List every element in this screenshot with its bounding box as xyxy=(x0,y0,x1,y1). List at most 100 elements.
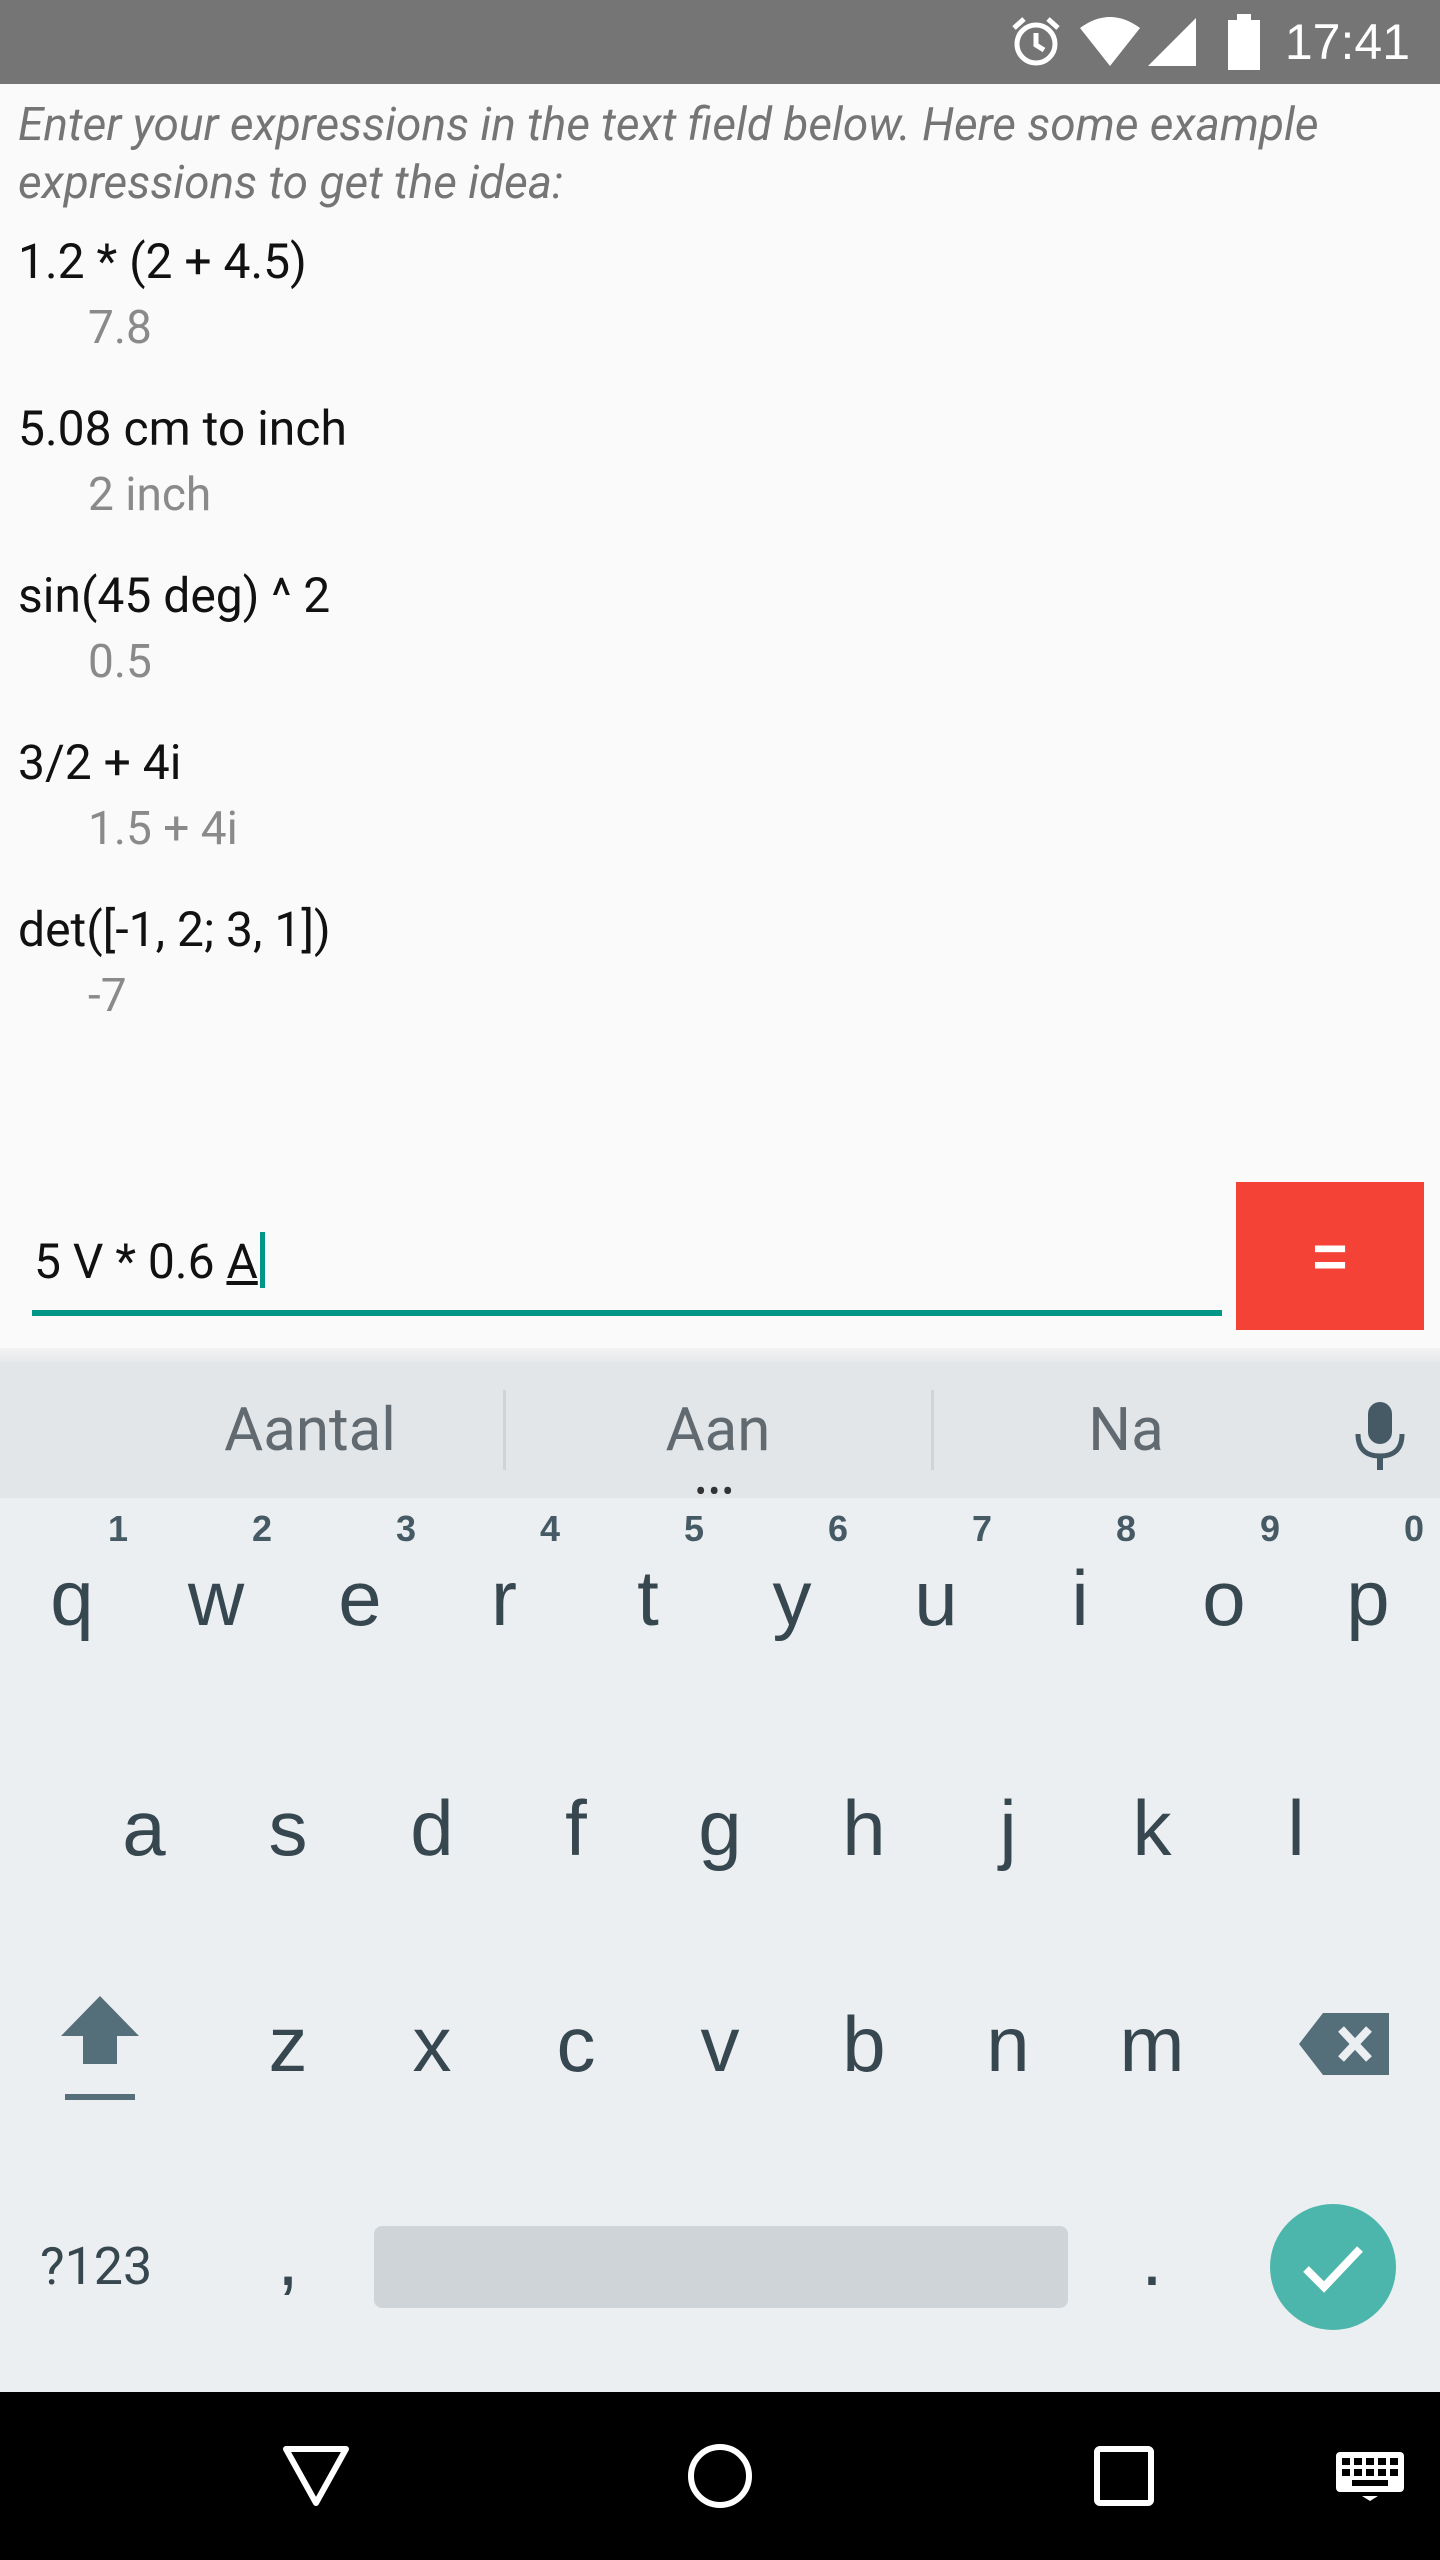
key-a[interactable]: a xyxy=(72,1728,216,1928)
key-label: r xyxy=(491,1553,517,1642)
key-v[interactable]: v xyxy=(648,1944,792,2144)
navigation-bar xyxy=(0,2392,1440,2560)
status-bar: 17:41 xyxy=(0,0,1440,84)
key-hint: 3 xyxy=(395,1508,416,1549)
example-expression: 5.08 cm to inch xyxy=(18,400,347,457)
example-result: 1.5 + 4i xyxy=(88,802,238,856)
key-hint: 7 xyxy=(971,1508,992,1549)
key-label: o xyxy=(1202,1553,1246,1642)
keyboard-top-shadow xyxy=(0,1348,1440,1362)
backspace-icon xyxy=(1299,2013,1389,2075)
key-label: u xyxy=(914,1553,958,1642)
key-b[interactable]: b xyxy=(792,1944,936,2144)
text-cursor xyxy=(259,1232,265,1288)
keyboard-switch-button[interactable] xyxy=(1300,2392,1440,2560)
recents-square-icon xyxy=(1094,2446,1154,2506)
key-label: e xyxy=(338,1553,382,1642)
key-label: q xyxy=(50,1553,94,1642)
key-hint: 9 xyxy=(1259,1508,1280,1549)
suggestion-divider xyxy=(503,1390,506,1470)
signal-icon xyxy=(1146,0,1198,84)
example-item[interactable]: 5.08 cm to inch 2 inch xyxy=(18,399,347,525)
example-expression: sin(45 deg) ^ 2 xyxy=(18,567,331,624)
shift-key[interactable] xyxy=(30,1944,170,2144)
example-result: 0.5 xyxy=(88,635,152,689)
key-hint: 0 xyxy=(1403,1508,1424,1549)
key-hint: 5 xyxy=(683,1508,704,1549)
symbols-key[interactable]: ?123 xyxy=(40,2192,152,2342)
example-item[interactable]: 1.2 * (2 + 4.5) 7.8 xyxy=(18,232,307,358)
key-g[interactable]: g xyxy=(648,1728,792,1928)
key-q[interactable]: q1 xyxy=(0,1498,144,1698)
spacebar[interactable] xyxy=(374,2226,1068,2308)
suggestion-3[interactable]: Na xyxy=(926,1362,1326,1498)
key-w[interactable]: w2 xyxy=(144,1498,288,1698)
microphone-icon[interactable] xyxy=(1340,1396,1420,1476)
suggestion-1[interactable]: Aantal xyxy=(110,1362,510,1498)
input-composing-text: A xyxy=(226,1233,258,1290)
input-row: 5 V * 0.6 A = xyxy=(0,1176,1440,1346)
key-e[interactable]: e3 xyxy=(288,1498,432,1698)
key-s[interactable]: s xyxy=(216,1728,360,1928)
home-button[interactable] xyxy=(650,2392,790,2560)
key-h[interactable]: h xyxy=(792,1728,936,1928)
example-result: -7 xyxy=(88,969,127,1023)
status-time: 17:41 xyxy=(1284,14,1410,70)
key-z[interactable]: z xyxy=(216,1944,360,2144)
soft-keyboard: Aantal Aan ••• Na q1 w2 e3 r4 t5 y6 u7 i… xyxy=(0,1362,1440,2392)
shift-icon xyxy=(61,1996,139,2100)
key-p[interactable]: p0 xyxy=(1296,1498,1440,1698)
key-label: w xyxy=(187,1553,245,1642)
key-l[interactable]: l xyxy=(1224,1728,1368,1928)
input-value: 5 V * 0.6 xyxy=(34,1233,227,1290)
key-u[interactable]: u7 xyxy=(864,1498,1008,1698)
key-hint: 2 xyxy=(251,1508,272,1549)
key-label: y xyxy=(772,1553,812,1642)
key-hint: 8 xyxy=(1115,1508,1136,1549)
example-item[interactable]: sin(45 deg) ^ 2 0.5 xyxy=(18,566,330,692)
intro-text: Enter your expressions in the text field… xyxy=(18,98,1319,210)
back-button[interactable] xyxy=(246,2392,386,2560)
key-y[interactable]: y6 xyxy=(720,1498,864,1698)
key-j[interactable]: j xyxy=(936,1728,1080,1928)
key-label: p xyxy=(1346,1553,1390,1642)
backspace-key[interactable] xyxy=(1270,1944,1420,2144)
key-f[interactable]: f xyxy=(504,1728,648,1928)
key-hint: 4 xyxy=(539,1508,560,1549)
done-key[interactable] xyxy=(1270,2204,1396,2330)
example-expression: 3/2 + 4i xyxy=(18,734,182,791)
key-hint: 1 xyxy=(107,1508,128,1549)
recents-button[interactable] xyxy=(1054,2392,1194,2560)
period-key[interactable]: . xyxy=(1080,2168,1224,2348)
back-triangle-icon xyxy=(283,2446,349,2506)
key-d[interactable]: d xyxy=(360,1728,504,1928)
example-result: 7.8 xyxy=(88,301,152,355)
expression-input[interactable]: 5 V * 0.6 A xyxy=(32,1216,1222,1316)
key-x[interactable]: x xyxy=(360,1944,504,2144)
key-i[interactable]: i8 xyxy=(1008,1498,1152,1698)
key-o[interactable]: o9 xyxy=(1152,1498,1296,1698)
key-c[interactable]: c xyxy=(504,1944,648,2144)
checkmark-icon xyxy=(1303,2246,1363,2293)
evaluate-button[interactable]: = xyxy=(1236,1182,1424,1330)
example-item[interactable]: 3/2 + 4i 1.5 + 4i xyxy=(18,733,238,859)
home-circle-icon xyxy=(688,2444,752,2508)
wifi-icon xyxy=(1078,0,1142,84)
key-hint: 6 xyxy=(827,1508,848,1549)
key-label: t xyxy=(637,1553,659,1642)
key-m[interactable]: m xyxy=(1080,1944,1224,2144)
example-expression: 1.2 * (2 + 4.5) xyxy=(18,233,307,290)
example-expression: det([-1, 2; 3, 1]) xyxy=(18,901,331,958)
key-t[interactable]: t5 xyxy=(576,1498,720,1698)
key-label: i xyxy=(1071,1553,1089,1642)
key-k[interactable]: k xyxy=(1080,1728,1224,1928)
alarm-icon xyxy=(1008,0,1064,84)
battery-icon xyxy=(1226,0,1262,84)
suggestion-bar: Aantal Aan ••• Na xyxy=(0,1362,1440,1509)
key-r[interactable]: r4 xyxy=(432,1498,576,1698)
example-result: 2 inch xyxy=(88,468,212,522)
key-n[interactable]: n xyxy=(936,1944,1080,2144)
keyboard-icon xyxy=(1336,2452,1404,2501)
example-item[interactable]: det([-1, 2; 3, 1]) -7 xyxy=(18,900,331,1026)
comma-key[interactable]: , xyxy=(216,2168,360,2348)
